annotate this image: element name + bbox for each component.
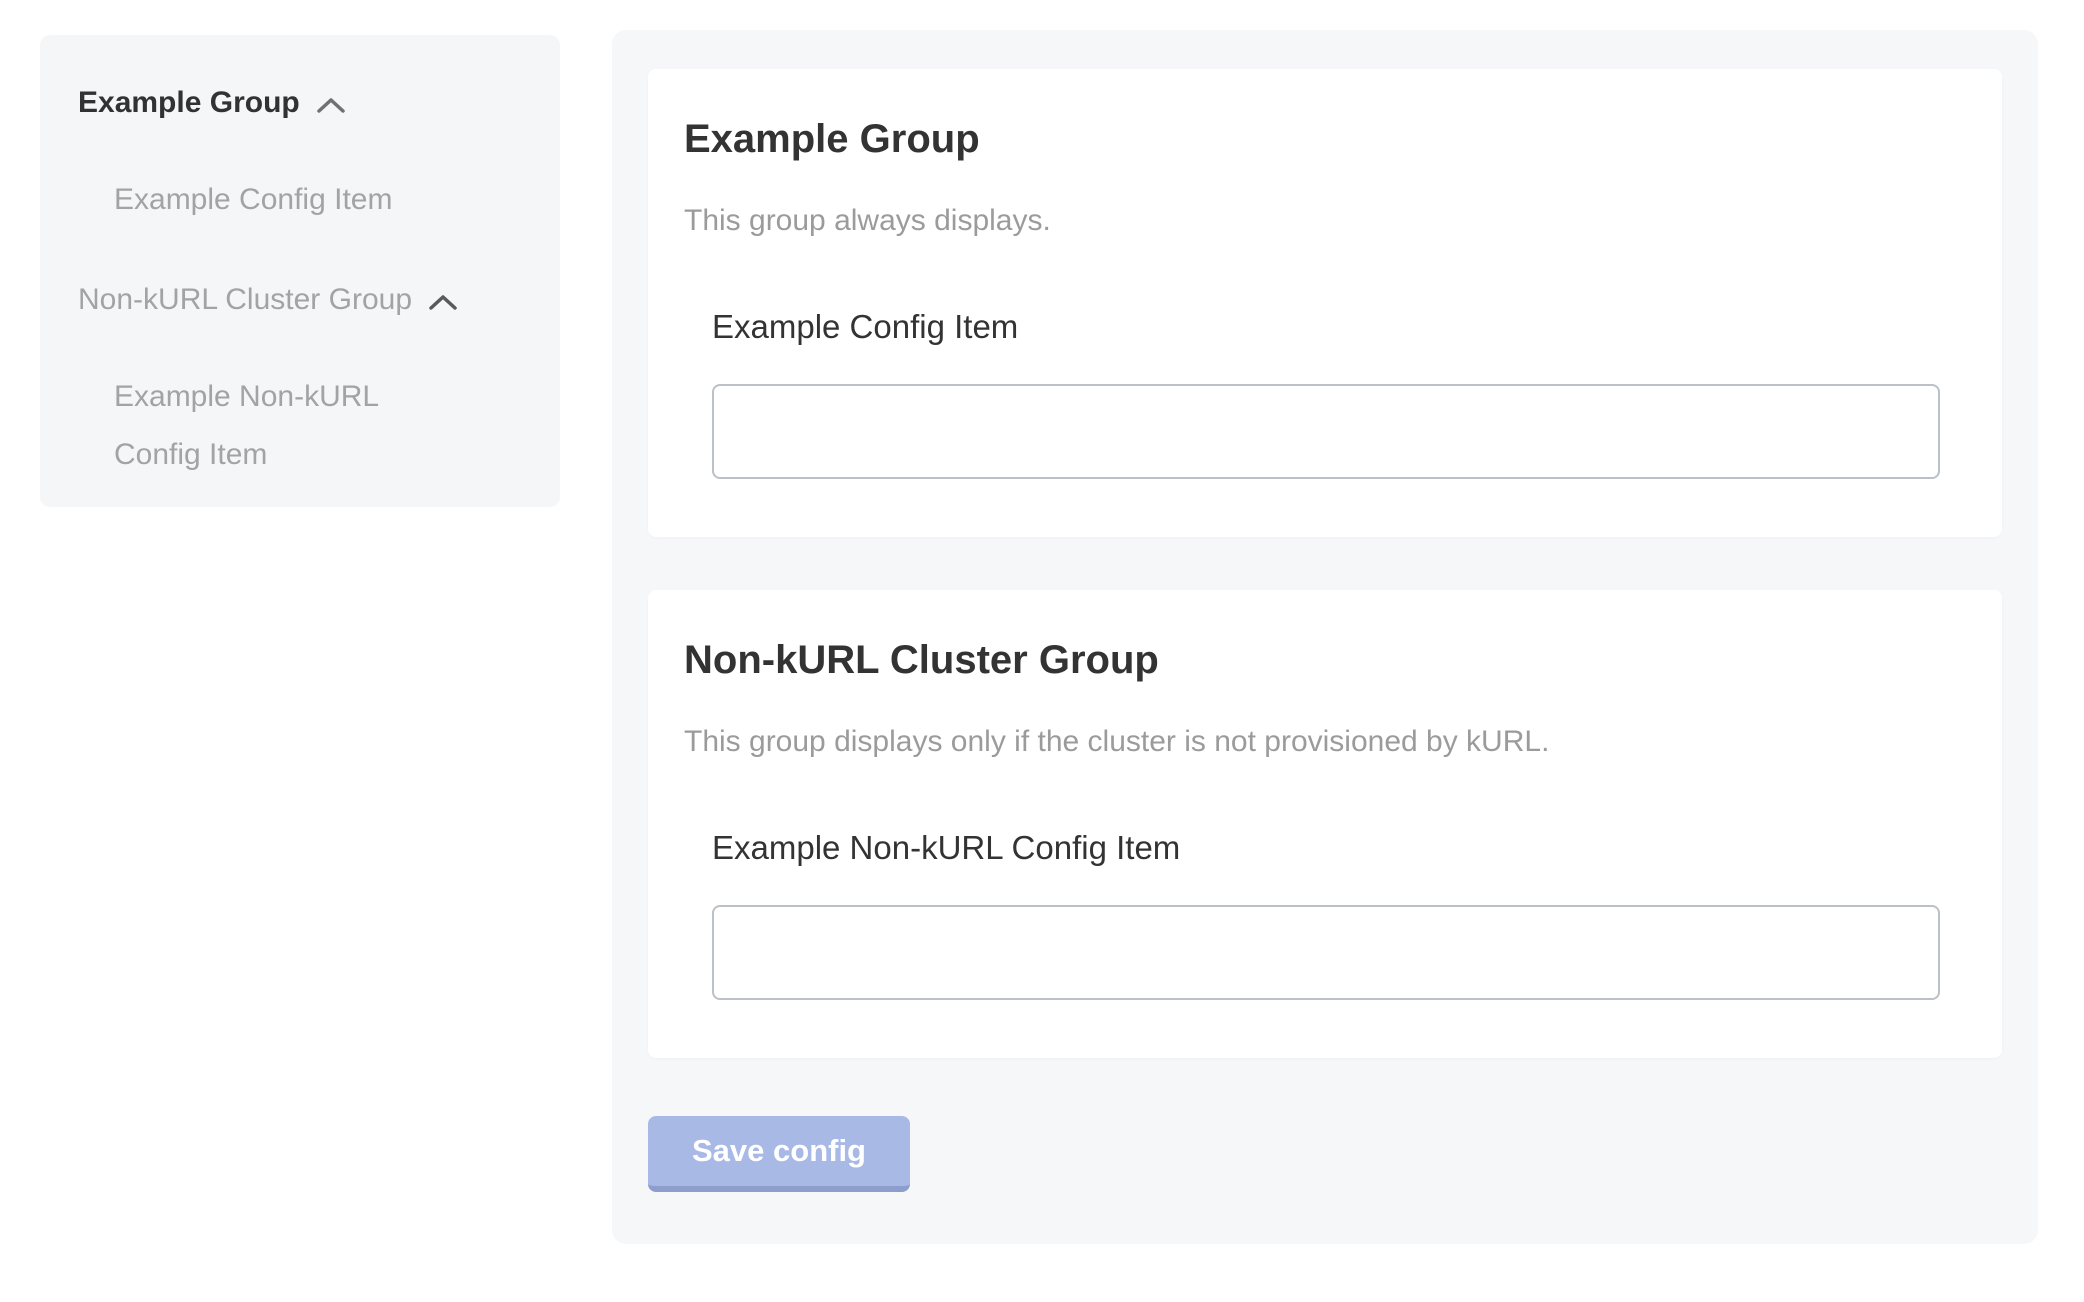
- example-non-kurl-config-item-input[interactable]: [712, 905, 1940, 1000]
- config-item: Example Config Item: [712, 308, 1962, 479]
- save-config-button[interactable]: Save config: [648, 1116, 910, 1192]
- config-item: Example Non-kURL Config Item: [712, 829, 1962, 1000]
- group-description: This group displays only if the cluster …: [684, 725, 1962, 759]
- sidebar-group-non-kurl-cluster-group[interactable]: Non-kURL Cluster Group: [78, 282, 530, 318]
- config-item-label: Example Config Item: [712, 308, 1962, 346]
- group-title: Non-kURL Cluster Group: [684, 638, 1962, 683]
- sidebar-group-label: Example Group: [78, 85, 300, 121]
- sidebar-item-example-config-item[interactable]: Example Config Item: [114, 171, 444, 230]
- example-config-item-input[interactable]: [712, 384, 1940, 479]
- group-description: This group always displays.: [684, 204, 1962, 238]
- config-group-card-example-group: Example Group This group always displays…: [648, 69, 2002, 537]
- chevron-up-icon: [428, 292, 458, 312]
- config-group-card-non-kurl-cluster-group: Non-kURL Cluster Group This group displa…: [648, 590, 2002, 1058]
- sidebar-group-label: Non-kURL Cluster Group: [78, 282, 412, 318]
- sidebar-item-example-non-kurl-config-item[interactable]: Example Non-kURL Config Item: [114, 368, 444, 485]
- config-sidebar: Example Group Example Config Item Non-kU…: [40, 35, 560, 507]
- sidebar-group-example-group[interactable]: Example Group: [78, 85, 530, 121]
- chevron-up-icon: [316, 95, 346, 115]
- group-title: Example Group: [684, 117, 1962, 162]
- config-panel: Example Group This group always displays…: [612, 30, 2038, 1244]
- config-item-label: Example Non-kURL Config Item: [712, 829, 1962, 867]
